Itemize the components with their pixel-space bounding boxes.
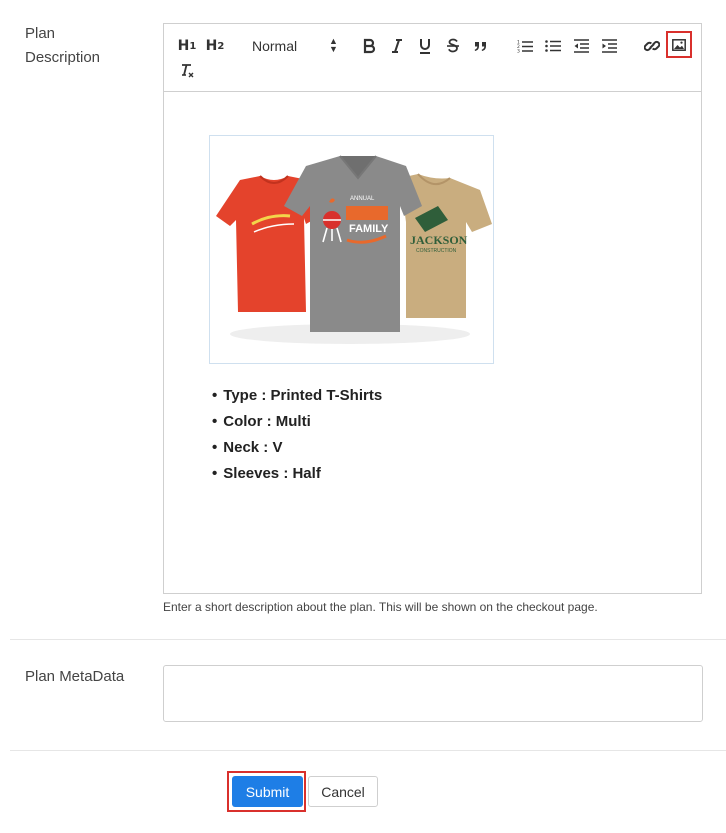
list-item: Color : Multi [212,409,382,435]
underline-icon[interactable] [416,36,434,56]
h2-sub: 2 [217,40,225,52]
list-item: Sleeves : Half [212,461,382,487]
heading-2-button[interactable]: H2 [204,36,226,56]
editor-toolbar: H1 H2 Normal ▲ ▼ 123 [164,24,701,92]
bullet-list-icon[interactable] [544,36,562,56]
format-select-value: Normal [252,38,298,54]
select-caret-icon: ▲ ▼ [329,36,338,54]
outdent-icon[interactable] [572,36,590,56]
image-icon[interactable] [666,31,692,58]
plan-description-label: Plan Description [25,22,100,70]
svg-text:3: 3 [517,49,520,54]
tshirts-image[interactable]: JACKSON CONSTRUCTION ANNUAL FAMILY [209,135,494,364]
submit-button[interactable]: Submit [232,776,303,807]
list-item: Type : Printed T-Shirts [212,383,382,409]
section-divider [10,750,726,751]
ordered-list-icon[interactable]: 123 [516,36,534,56]
plan-metadata-label: Plan MetaData [25,668,125,685]
h1-label: H [177,38,190,54]
tan-shirt-subtext: CONSTRUCTION [416,248,457,254]
tan-shirt-text: JACKSON [410,233,468,247]
blockquote-icon[interactable] [472,36,490,56]
tshirts-illustration: JACKSON CONSTRUCTION ANNUAL FAMILY [216,155,492,344]
grey-shirt-text: FAMILY [349,223,389,235]
h1-sub: 1 [189,40,197,52]
cancel-button[interactable]: Cancel [308,776,378,807]
plan-metadata-input[interactable] [163,665,703,722]
list-item: Neck : V [212,435,382,461]
italic-icon[interactable] [388,36,406,56]
h2-label: H [205,38,218,54]
description-bullet-list: Type : Printed T-Shirts Color : Multi Ne… [212,383,382,487]
format-select[interactable]: Normal ▲ ▼ [252,34,342,58]
clear-format-icon[interactable] [178,61,196,81]
description-help-text: Enter a short description about the plan… [163,600,598,614]
label-line-2: Description [25,49,101,66]
heading-1-button[interactable]: H1 [176,36,198,56]
label-line-1: Plan [25,25,56,42]
bold-icon[interactable] [360,36,378,56]
grey-shirt-toptext: ANNUAL [350,196,375,202]
strikethrough-icon[interactable] [444,36,462,56]
link-icon[interactable] [643,36,661,56]
indent-icon[interactable] [600,36,618,56]
section-divider [10,639,726,640]
